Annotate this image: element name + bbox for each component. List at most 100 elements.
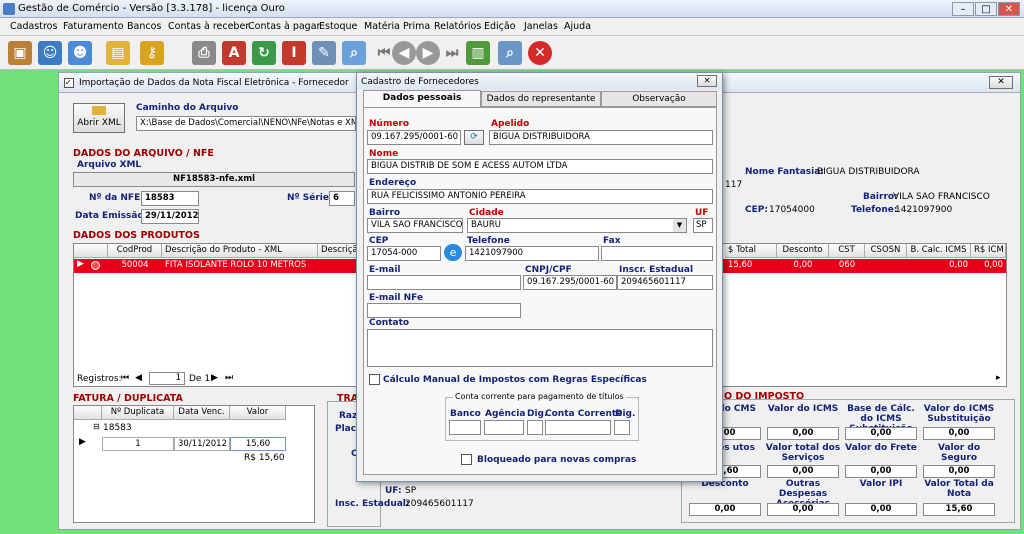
menu-item-9[interactable]: Janelas xyxy=(524,21,558,32)
chart-icon[interactable]: ▥ xyxy=(466,41,490,65)
insc-field[interactable]: 209465601117 xyxy=(617,275,713,290)
nav-prev-icon[interactable]: ◀ xyxy=(135,373,142,383)
refresh-icon[interactable]: ↻ xyxy=(252,41,276,65)
col-header-bcalc[interactable]: B. Calc. ICMS xyxy=(907,244,971,258)
imposto-value-10[interactable]: 0,00 xyxy=(845,503,917,516)
nav-last-icon[interactable]: ⏭ xyxy=(225,373,233,383)
import-close-button[interactable]: ✕ xyxy=(989,76,1013,89)
folder-icon[interactable]: ▤ xyxy=(106,41,130,65)
prev-record-icon[interactable]: ◀ xyxy=(392,41,416,65)
printer-icon[interactable]: ⎙ xyxy=(192,41,216,65)
col-header-desconto[interactable]: Desconto xyxy=(777,244,829,258)
imposto-value-7[interactable]: 0,00 xyxy=(923,465,995,478)
col-header-descricao[interactable]: Descriçã xyxy=(318,244,358,258)
apelido-field[interactable]: BIGUA DISTRIBUIDORA xyxy=(489,130,713,145)
bloqueado-checkbox[interactable] xyxy=(461,454,472,465)
dig2-field[interactable] xyxy=(614,420,630,435)
menu-item-6[interactable]: Matéria Prima xyxy=(364,21,430,32)
app-icon xyxy=(3,3,15,15)
nome-field[interactable]: BIGUA DISTRIB DE SOM E ACESS AUTOM LTDA xyxy=(367,159,713,174)
search-icon[interactable]: ⌕ xyxy=(342,41,366,65)
browser-icon[interactable]: e xyxy=(444,244,462,261)
fat-col-duplicata[interactable]: Nº Duplicata xyxy=(102,406,174,420)
tab-observacao[interactable]: Observação xyxy=(601,91,717,107)
menu-item-8[interactable]: Edição xyxy=(484,21,516,32)
next-record-icon[interactable]: ▶ xyxy=(416,41,440,65)
folder-open-icon xyxy=(92,106,106,115)
scroll-right-icon[interactable]: ▸ xyxy=(996,373,1001,383)
fat-col-vencimento[interactable]: Data Venc. xyxy=(174,406,230,420)
calc-manual-checkbox[interactable] xyxy=(369,374,380,385)
last-record-icon[interactable]: ⏭ xyxy=(440,41,464,65)
nfe-field[interactable]: 18583 xyxy=(141,191,199,206)
conta-field[interactable] xyxy=(545,420,611,435)
minimize-button[interactable]: – xyxy=(952,2,974,16)
chevron-down-icon[interactable]: ▼ xyxy=(673,219,686,232)
emissao-field[interactable]: 29/11/2012 xyxy=(141,209,199,224)
nav-next-icon[interactable]: ▶ xyxy=(211,373,218,383)
cnpj-field[interactable]: 09.167.295/0001-60 xyxy=(523,275,617,290)
col-header-cst[interactable]: CST xyxy=(829,244,865,258)
email-field[interactable] xyxy=(367,275,521,290)
tab-dados-pessoais[interactable]: Dados pessoais xyxy=(363,90,481,108)
imposto-value-2[interactable]: 0,00 xyxy=(845,427,917,440)
endereco-field[interactable]: RUA FELICISSIMO ANTONIO PEREIRA xyxy=(367,189,713,204)
imposto-label-6: Valor do Frete xyxy=(845,443,917,453)
exit-icon[interactable]: ✕ xyxy=(528,41,552,65)
imposto-value-1[interactable]: 0,00 xyxy=(767,427,839,440)
imposto-value-11[interactable]: 15,60 xyxy=(923,503,995,516)
pdf-icon[interactable]: A xyxy=(222,41,246,65)
banco-field[interactable] xyxy=(449,420,481,435)
zoom-icon[interactable]: ⌕ xyxy=(498,41,522,65)
menu-item-4[interactable]: Contas à pagar xyxy=(248,21,320,32)
menu-item-1[interactable]: Faturamento xyxy=(63,21,124,32)
nav-first-icon[interactable]: ⏮ xyxy=(121,373,129,383)
col-header-icms[interactable]: R$ ICM xyxy=(971,244,1006,258)
menu-item-7[interactable]: Relatórios xyxy=(434,21,481,32)
telefone-field[interactable]: 1421097900 xyxy=(465,246,599,261)
menu-item-10[interactable]: Ajuda xyxy=(564,21,591,32)
imposto-value-5[interactable]: 0,00 xyxy=(767,465,839,478)
cell-csosn xyxy=(865,259,907,273)
lookup-button[interactable]: ⟳ xyxy=(464,130,484,145)
close-button[interactable]: ✕ xyxy=(998,2,1020,16)
fat-col-valor[interactable]: Valor xyxy=(230,406,286,420)
key-icon[interactable]: ⚷ xyxy=(140,41,164,65)
imposto-value-6[interactable]: 0,00 xyxy=(845,465,917,478)
menu-item-5[interactable]: Estoque xyxy=(319,21,357,32)
menu-item-2[interactable]: Bancos xyxy=(127,21,161,32)
email-nfe-field[interactable] xyxy=(367,303,521,318)
numero-field[interactable]: 09.167.295/0001-60 xyxy=(367,130,461,145)
path-field[interactable]: X:\Base de Dados\Comercial\NENO\NFe\Nota… xyxy=(136,116,356,131)
tab-dados-representante[interactable]: Dados do representante xyxy=(481,91,601,107)
contato-field[interactable] xyxy=(367,329,713,367)
bairro-field[interactable]: VILA SAO FRANCISCO xyxy=(367,218,463,233)
agencia-field[interactable] xyxy=(484,420,524,435)
col-header-total[interactable]: $ Total xyxy=(725,244,777,258)
imposto-value-8[interactable]: 0,00 xyxy=(689,503,761,516)
maximize-button[interactable]: □ xyxy=(975,2,997,16)
uf-field[interactable]: SP xyxy=(693,218,713,233)
col-header-descricao-xml[interactable]: Descrição do Produto - XML xyxy=(162,244,318,258)
open-xml-button[interactable]: Abrir XML xyxy=(73,103,125,133)
registros-field[interactable]: 1 xyxy=(149,372,185,385)
arquivo-field[interactable]: NF18583-nfe.xml xyxy=(73,172,355,187)
serie-field[interactable]: 6 xyxy=(329,191,355,206)
menu-item-0[interactable]: Cadastros xyxy=(10,21,57,32)
cidade-select[interactable]: BAURU xyxy=(467,218,687,233)
imposto-value-9[interactable]: 0,00 xyxy=(767,503,839,516)
fat-group-toggle[interactable]: ⊟ xyxy=(93,422,100,431)
cep-field[interactable]: 17054-000 xyxy=(367,246,441,261)
col-header-csosn[interactable]: CSOSN xyxy=(865,244,907,258)
box-icon[interactable]: ▣ xyxy=(8,41,32,65)
dialog-close-button[interactable]: ✕ xyxy=(697,75,717,87)
menu-item-3[interactable]: Contas à receber xyxy=(168,21,249,32)
users-icon[interactable]: ☺ xyxy=(38,41,62,65)
imposto-value-3[interactable]: 0,00 xyxy=(923,427,995,440)
dig-field[interactable] xyxy=(527,420,543,435)
info-icon[interactable]: I xyxy=(282,41,306,65)
tools-icon[interactable]: ✎ xyxy=(312,41,336,65)
fax-field[interactable] xyxy=(601,246,713,261)
col-header-codprod[interactable]: CodProd xyxy=(108,244,162,258)
users-alt-icon[interactable]: ☻ xyxy=(68,41,92,65)
